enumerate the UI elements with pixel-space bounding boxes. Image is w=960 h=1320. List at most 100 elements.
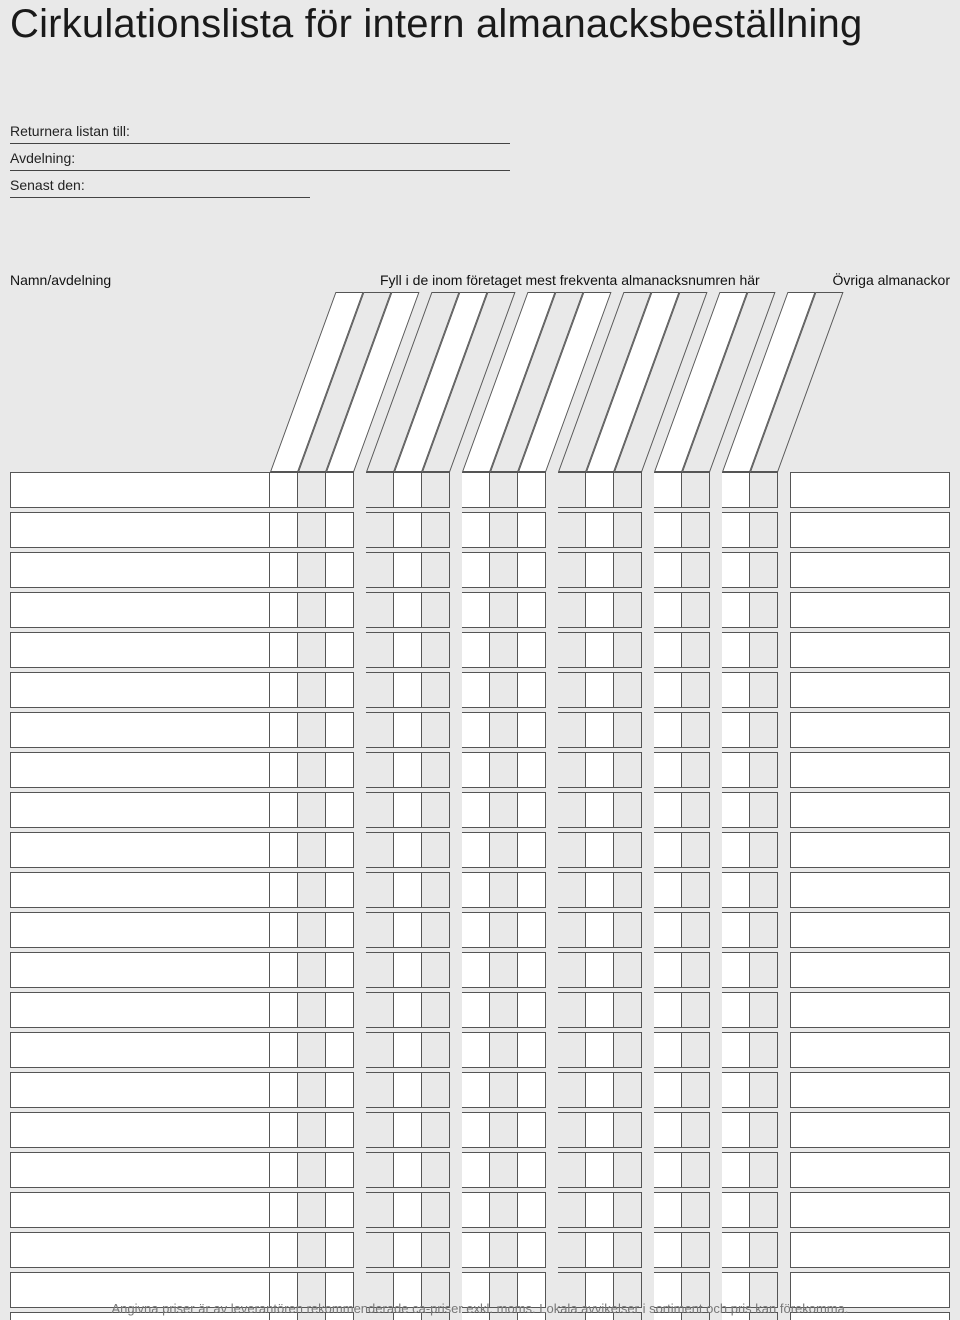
tick-cell[interactable] <box>586 1032 614 1068</box>
tick-cell[interactable] <box>270 1232 298 1268</box>
tick-cell[interactable] <box>490 752 518 788</box>
tick-cell[interactable] <box>750 712 778 748</box>
tick-cell[interactable] <box>326 1152 354 1188</box>
tick-cell[interactable] <box>558 672 586 708</box>
tick-cell[interactable] <box>462 1192 490 1228</box>
tick-cell[interactable] <box>326 552 354 588</box>
other-cell[interactable] <box>790 1112 950 1148</box>
tick-cell[interactable] <box>270 912 298 948</box>
tick-cell[interactable] <box>682 592 710 628</box>
other-cell[interactable] <box>790 952 950 988</box>
tick-cell[interactable] <box>750 672 778 708</box>
tick-cell[interactable] <box>298 912 326 948</box>
tick-cell[interactable] <box>682 1152 710 1188</box>
other-cell[interactable] <box>790 832 950 868</box>
tick-cell[interactable] <box>270 592 298 628</box>
other-cell[interactable] <box>790 1152 950 1188</box>
name-cell[interactable] <box>10 712 270 748</box>
tick-cell[interactable] <box>558 872 586 908</box>
tick-cell[interactable] <box>558 832 586 868</box>
tick-cell[interactable] <box>654 712 682 748</box>
tick-cell[interactable] <box>614 1112 642 1148</box>
tick-cell[interactable] <box>750 1072 778 1108</box>
tick-cell[interactable] <box>586 1072 614 1108</box>
tick-cell[interactable] <box>422 912 450 948</box>
tick-cell[interactable] <box>270 952 298 988</box>
tick-cell[interactable] <box>422 1192 450 1228</box>
tick-cell[interactable] <box>462 832 490 868</box>
tick-cell[interactable] <box>490 512 518 548</box>
tick-cell[interactable] <box>462 552 490 588</box>
name-cell[interactable] <box>10 952 270 988</box>
tick-cell[interactable] <box>722 712 750 748</box>
tick-cell[interactable] <box>394 1112 422 1148</box>
tick-cell[interactable] <box>366 592 394 628</box>
tick-cell[interactable] <box>614 712 642 748</box>
tick-cell[interactable] <box>558 1152 586 1188</box>
tick-cell[interactable] <box>722 1192 750 1228</box>
tick-cell[interactable] <box>586 1192 614 1228</box>
tick-cell[interactable] <box>722 632 750 668</box>
tick-cell[interactable] <box>750 1232 778 1268</box>
tick-cell[interactable] <box>518 472 546 508</box>
tick-cell[interactable] <box>558 1032 586 1068</box>
tick-cell[interactable] <box>394 992 422 1028</box>
tick-cell[interactable] <box>270 472 298 508</box>
tick-cell[interactable] <box>298 752 326 788</box>
tick-cell[interactable] <box>422 752 450 788</box>
tick-cell[interactable] <box>490 1192 518 1228</box>
tick-cell[interactable] <box>654 592 682 628</box>
tick-cell[interactable] <box>586 672 614 708</box>
tick-cell[interactable] <box>682 1112 710 1148</box>
tick-cell[interactable] <box>654 552 682 588</box>
tick-cell[interactable] <box>298 1112 326 1148</box>
tick-cell[interactable] <box>462 1232 490 1268</box>
tick-cell[interactable] <box>558 632 586 668</box>
other-cell[interactable] <box>790 632 950 668</box>
other-cell[interactable] <box>790 552 950 588</box>
tick-cell[interactable] <box>558 472 586 508</box>
tick-cell[interactable] <box>750 992 778 1028</box>
tick-cell[interactable] <box>462 1032 490 1068</box>
tick-cell[interactable] <box>654 992 682 1028</box>
name-cell[interactable] <box>10 792 270 828</box>
tick-cell[interactable] <box>586 792 614 828</box>
tick-cell[interactable] <box>614 1152 642 1188</box>
tick-cell[interactable] <box>394 712 422 748</box>
tick-cell[interactable] <box>558 1192 586 1228</box>
name-cell[interactable] <box>10 472 270 508</box>
tick-cell[interactable] <box>586 952 614 988</box>
tick-cell[interactable] <box>558 1072 586 1108</box>
tick-cell[interactable] <box>326 1072 354 1108</box>
tick-cell[interactable] <box>682 552 710 588</box>
name-cell[interactable] <box>10 752 270 788</box>
other-cell[interactable] <box>790 1192 950 1228</box>
name-cell[interactable] <box>10 832 270 868</box>
tick-cell[interactable] <box>326 472 354 508</box>
tick-cell[interactable] <box>518 632 546 668</box>
tick-cell[interactable] <box>462 752 490 788</box>
tick-cell[interactable] <box>298 992 326 1028</box>
tick-cell[interactable] <box>326 912 354 948</box>
tick-cell[interactable] <box>394 832 422 868</box>
tick-cell[interactable] <box>682 672 710 708</box>
tick-cell[interactable] <box>422 792 450 828</box>
tick-cell[interactable] <box>682 632 710 668</box>
tick-cell[interactable] <box>586 992 614 1028</box>
tick-cell[interactable] <box>366 512 394 548</box>
tick-cell[interactable] <box>394 672 422 708</box>
tick-cell[interactable] <box>490 1072 518 1108</box>
other-cell[interactable] <box>790 912 950 948</box>
tick-cell[interactable] <box>366 1072 394 1108</box>
tick-cell[interactable] <box>654 1112 682 1148</box>
other-cell[interactable] <box>790 672 950 708</box>
other-cell[interactable] <box>790 1032 950 1068</box>
name-cell[interactable] <box>10 512 270 548</box>
tick-cell[interactable] <box>614 752 642 788</box>
tick-cell[interactable] <box>326 1192 354 1228</box>
other-cell[interactable] <box>790 752 950 788</box>
meta-return-to[interactable]: Returnera listan till: <box>10 117 510 144</box>
tick-cell[interactable] <box>394 1232 422 1268</box>
tick-cell[interactable] <box>750 752 778 788</box>
tick-cell[interactable] <box>586 1112 614 1148</box>
